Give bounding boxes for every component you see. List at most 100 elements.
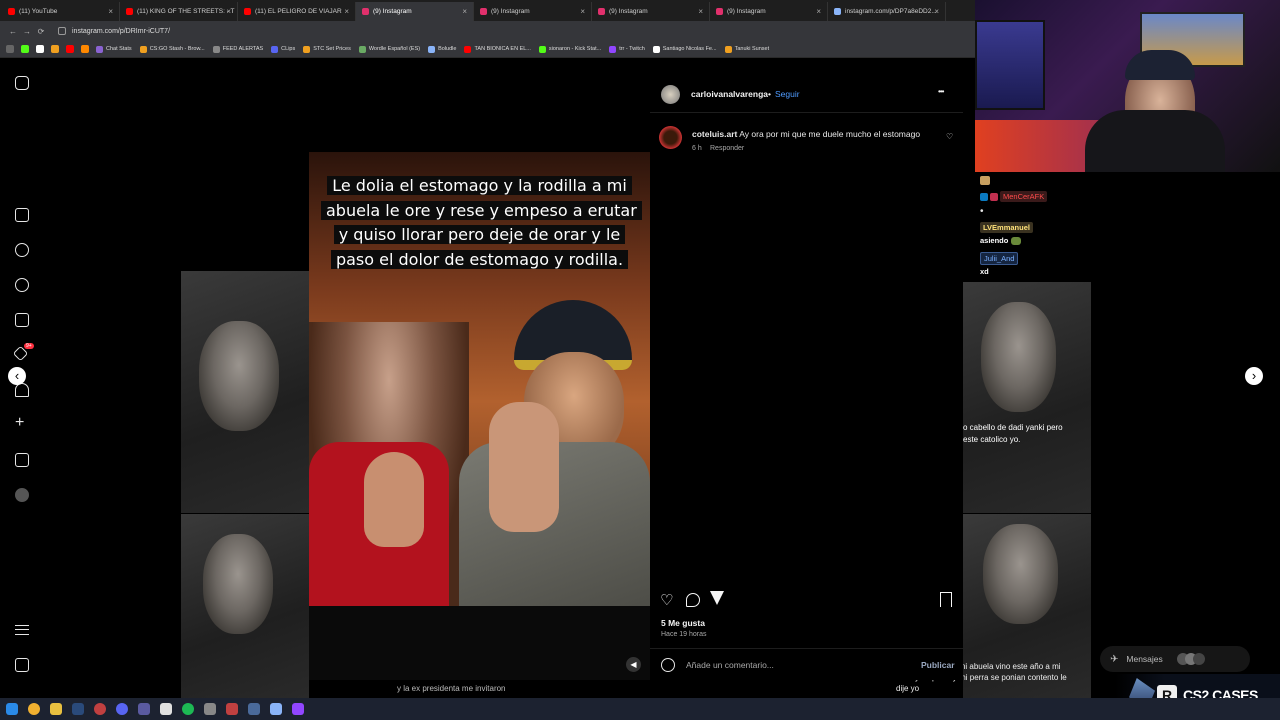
comment-bubble-icon[interactable] — [686, 593, 700, 607]
close-tab-icon[interactable]: × — [344, 7, 349, 16]
close-tab-icon[interactable]: × — [108, 7, 113, 16]
next-post-button[interactable]: › — [1245, 367, 1263, 385]
emoji-icon[interactable] — [661, 658, 675, 672]
search-icon[interactable] — [15, 243, 29, 257]
app-icon[interactable] — [94, 703, 106, 715]
comment-time: 6 h — [692, 145, 702, 152]
close-tab-icon[interactable]: × — [934, 7, 939, 16]
bookmark-item[interactable]: trr - Twitch — [609, 45, 645, 53]
browser-tab[interactable]: (9) Instagram × — [592, 2, 710, 21]
bookmark-label: FEED ALERTAS — [222, 46, 264, 52]
bookmark-item[interactable]: Wordle Español (ES) — [358, 45, 420, 53]
app-icon[interactable] — [270, 703, 282, 715]
profile-avatar[interactable] — [15, 488, 29, 502]
app-icon[interactable] — [226, 703, 238, 715]
comment-input[interactable]: Añade un comentario... — [686, 660, 774, 670]
reply-link[interactable]: Responder — [710, 145, 744, 152]
also-from-meta-icon[interactable] — [15, 658, 29, 672]
home-icon[interactable] — [15, 208, 29, 222]
close-tab-icon[interactable]: × — [698, 7, 703, 16]
bookmark-item[interactable]: FEED ALERTAS — [212, 45, 264, 53]
explore-icon[interactable] — [15, 278, 29, 292]
discord-icon[interactable] — [116, 703, 128, 715]
apps-icon[interactable] — [6, 45, 14, 53]
windows-start-icon[interactable] — [6, 703, 18, 715]
bookmark-item[interactable]: Chat Stats — [96, 45, 132, 53]
close-tab-icon[interactable]: × — [462, 7, 467, 16]
app-icon[interactable] — [160, 703, 172, 715]
tab-favicon-icon — [126, 8, 133, 15]
browser-tab[interactable]: (11) EL PELIGRO DE VIAJAR × — [238, 2, 356, 21]
browser-tab[interactable]: (9) Instagram × — [356, 2, 474, 21]
kick-icon[interactable] — [21, 45, 29, 53]
previous-post-button[interactable]: ‹ — [8, 367, 26, 385]
close-tab-icon[interactable]: × — [226, 7, 231, 16]
comment-username[interactable]: coteluis.art — [692, 129, 737, 139]
peace-hand — [489, 402, 559, 532]
site-info-icon[interactable] — [58, 27, 66, 35]
bookmark-item[interactable]: CLips — [271, 45, 296, 53]
instagram-logo-icon[interactable] — [15, 76, 29, 90]
steam-icon[interactable] — [72, 703, 84, 715]
bookmark-icon[interactable] — [51, 45, 59, 53]
commenter-avatar[interactable] — [659, 126, 682, 149]
close-tab-icon[interactable]: × — [580, 7, 585, 16]
more-menu-icon[interactable] — [15, 625, 29, 635]
follow-button[interactable]: Seguir — [775, 89, 800, 99]
bookmark-icon — [139, 45, 147, 53]
create-icon[interactable]: + — [15, 415, 24, 431]
windows-taskbar — [0, 698, 1280, 720]
bookmark-icon[interactable] — [36, 45, 44, 53]
bookmark-item[interactable]: CS:GO Stash - Brow... — [139, 45, 205, 53]
mute-icon[interactable]: ◀ — [626, 657, 641, 672]
twitch-icon[interactable] — [292, 703, 304, 715]
dashboard-icon[interactable] — [15, 453, 29, 467]
comment-like-heart-icon[interactable]: ♡ — [946, 132, 953, 141]
more-options-icon[interactable]: ••• — [938, 87, 944, 96]
like-count[interactable]: 5 Me gusta — [661, 618, 705, 628]
share-paper-plane-icon[interactable] — [710, 591, 724, 605]
save-bookmark-icon[interactable] — [940, 592, 952, 607]
spotify-icon[interactable] — [182, 703, 194, 715]
browser-tab-strip: (11) YouTube × (11) KING OF THE STREETS: -… — [0, 0, 975, 21]
bookmark-item[interactable]: Santiago Nicolas Fe... — [652, 45, 717, 53]
bookmark-item[interactable]: TAN BIONICA EN EL... — [464, 45, 531, 53]
browser-tab[interactable]: (9) Instagram × — [474, 2, 592, 21]
publish-button[interactable]: Publicar — [921, 660, 955, 670]
browser-tab[interactable]: (9) Instagram × — [710, 2, 828, 21]
back-icon[interactable]: ← — [6, 27, 20, 36]
browser-tab[interactable]: instagram.com/p/DP7a8eDD2... × — [828, 2, 946, 21]
chat-message: xd — [980, 267, 989, 276]
notifications-heart-icon[interactable] — [15, 383, 29, 397]
messages-drawer-button[interactable]: ✈ Mensajes — [1100, 646, 1250, 672]
app-icon[interactable] — [138, 703, 150, 715]
file-explorer-icon[interactable] — [50, 703, 62, 715]
author-avatar[interactable] — [661, 85, 680, 104]
bookmark-item[interactable]: Tanuki Sunset — [724, 45, 769, 53]
bookmark-label: CLips — [281, 46, 296, 52]
messages-icon: ✈ — [1110, 653, 1119, 665]
youtube-icon[interactable] — [66, 45, 74, 53]
bookmark-icon[interactable] — [81, 45, 89, 53]
background-post: o cabello de dadi yanki pero este catoli… — [963, 282, 1091, 513]
bookmark-item[interactable]: STC Set Prices — [303, 45, 351, 53]
post-image[interactable]: Le dolia el estomago y la rodilla a mi a… — [309, 152, 650, 606]
chrome-icon[interactable] — [28, 703, 40, 715]
app-icon[interactable] — [248, 703, 260, 715]
reload-icon[interactable]: ⟳ — [34, 27, 48, 36]
bookmark-item[interactable]: sionaron - Kick Stat... — [538, 45, 601, 53]
app-icon[interactable] — [204, 703, 216, 715]
browser-tab[interactable]: (11) YouTube × — [2, 2, 120, 21]
forward-icon[interactable]: → — [20, 27, 34, 36]
bookmark-item[interactable]: Boludle — [428, 45, 456, 53]
message-avatars — [1176, 653, 1205, 665]
bookmark-label: TAN BIONICA EN EL... — [474, 46, 531, 52]
author-username[interactable]: carloivanalvarenga — [691, 89, 768, 99]
address-bar[interactable]: instagram.com/p/DRImr-iCUT7/ — [58, 27, 170, 35]
comment-text: Ay ora por mi que me duele mucho el esto… — [739, 129, 921, 139]
post-details-panel: carloivanalvarenga • Seguir ••• coteluis… — [650, 75, 963, 680]
reels-icon[interactable] — [15, 313, 29, 327]
close-tab-icon[interactable]: × — [816, 7, 821, 16]
browser-tab[interactable]: (11) KING OF THE STREETS: - T × — [120, 2, 238, 21]
like-heart-icon[interactable]: ♡ — [660, 591, 673, 609]
